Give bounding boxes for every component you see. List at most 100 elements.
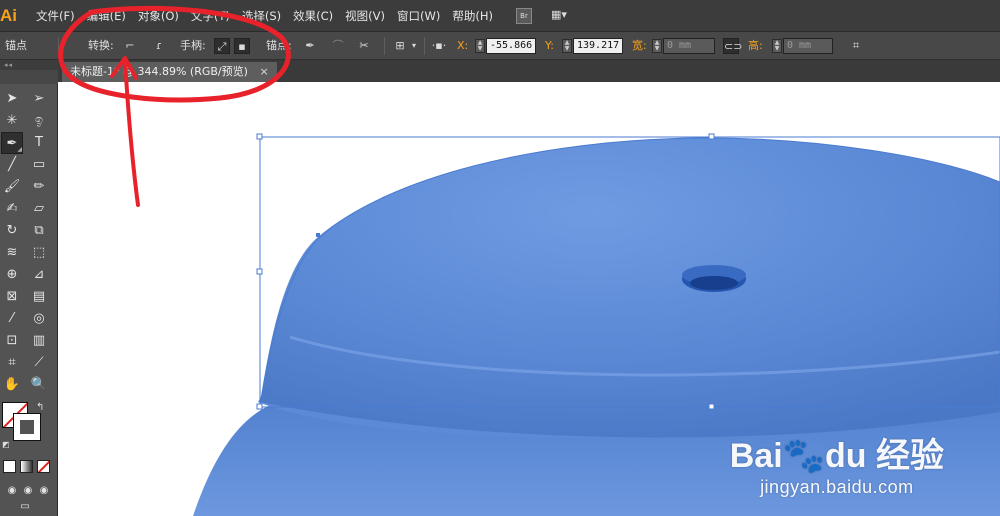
cut-path-icon[interactable]: ✂	[356, 38, 372, 54]
link-proportions-icon[interactable]: ⊂⊃	[723, 38, 742, 54]
height-field[interactable]: 0 mm	[783, 38, 833, 54]
lasso-tool[interactable]: ඉ	[28, 110, 50, 132]
type-tool[interactable]: T	[28, 132, 50, 154]
bridge-button[interactable]: Br	[516, 8, 532, 24]
screen-mode-icon[interactable]: ▭	[14, 496, 36, 516]
menu-items: 文件(F) 编辑(E) 对象(O) 文字(T) 选择(S) 效果(C) 视图(V…	[30, 0, 499, 32]
bbox-handle[interactable]	[256, 403, 263, 410]
perspective-grid-tool[interactable]: ⊿	[28, 264, 50, 286]
menu-view[interactable]: 视图(V)	[339, 0, 391, 32]
scale-tool[interactable]: ⧉	[28, 220, 50, 242]
eraser-tool[interactable]: ▱	[28, 198, 50, 220]
paintbrush-tool[interactable]: 🖌	[1, 176, 23, 198]
mesh-tool[interactable]: ⊠	[1, 286, 23, 308]
tools-panel: ◂◂ ➤ ➢ ✳ ඉ ✒ ◢ T ╱ ▭ 🖌 ✏ ✍ ▱ ↻ ⧉ ≋ ⬚ ⊕ ⊿ …	[0, 60, 58, 516]
convert-to-smooth-icon[interactable]: ɾ	[151, 38, 167, 54]
menu-type[interactable]: 文字(T)	[185, 0, 236, 32]
pencil-tool[interactable]: ✏	[28, 176, 50, 198]
menu-help[interactable]: 帮助(H)	[446, 0, 499, 32]
rectangle-icon: ▭	[32, 157, 46, 172]
baidu-brand-text: Bai	[729, 437, 783, 475]
menu-window[interactable]: 窗口(W)	[391, 0, 446, 32]
color-mode-button[interactable]	[3, 460, 16, 473]
perspective-grid-icon: ⊿	[33, 267, 45, 282]
rotate-tool[interactable]: ↻	[1, 220, 23, 242]
blend-tool[interactable]: ◎	[28, 308, 50, 330]
zoom-tool[interactable]: 🔍	[28, 374, 50, 396]
y-stepper[interactable]: ▲ ▼	[562, 39, 572, 53]
column-graph-tool[interactable]: ▥	[28, 330, 50, 352]
blob-brush-icon: ✍	[6, 201, 18, 216]
line-segment-tool[interactable]: ╱	[1, 154, 23, 176]
baidu-brand: Bai🐾du 经验	[730, 436, 944, 476]
gradient-mode-button[interactable]	[20, 460, 33, 473]
control-separator	[384, 37, 385, 55]
x-field[interactable]: -55.866	[486, 38, 536, 54]
remove-anchor-icon[interactable]: ✒	[302, 38, 318, 54]
baidu-url: jingyan.baidu.com	[760, 477, 914, 497]
width-tool[interactable]: ≋	[1, 242, 23, 264]
close-tab-icon[interactable]: ×	[259, 65, 268, 78]
document-tab[interactable]: 未标题-1* @ 344.89% (RGB/预览) ×	[62, 62, 277, 82]
anchor-label: 锚点	[5, 39, 27, 52]
direct-selection-tool[interactable]: ➢	[28, 88, 50, 110]
swap-fill-stroke-icon[interactable]: ↰	[36, 402, 48, 414]
anchor-point[interactable]	[316, 233, 320, 237]
bbox-handle[interactable]	[708, 133, 715, 140]
reference-point-icon[interactable]: ·▪·	[431, 38, 447, 54]
default-fill-stroke-icon[interactable]: ◩	[2, 440, 12, 450]
menu-object[interactable]: 对象(O)	[132, 0, 185, 32]
panel-grip[interactable]: ◂◂	[0, 60, 58, 70]
shape-builder-tool[interactable]: ⊕	[1, 264, 23, 286]
symbol-sprayer-tool[interactable]: ⊡	[1, 330, 23, 352]
hide-handles-icon[interactable]: ▪	[234, 38, 250, 54]
menu-edit[interactable]: 编辑(E)	[81, 0, 132, 32]
rotate-icon: ↻	[6, 223, 18, 238]
arrow-white-icon: ➢	[33, 91, 45, 106]
y-field[interactable]: 139.217	[573, 38, 623, 54]
document-title: 未标题-1*	[70, 65, 120, 78]
hand-tool[interactable]: ✋	[1, 374, 23, 396]
pencil-icon: ✏	[33, 179, 45, 194]
tools-panel-header[interactable]	[0, 70, 58, 84]
artboard-tool[interactable]: ⌗	[1, 352, 23, 374]
pen-tool[interactable]: ✒ ◢	[1, 132, 23, 154]
connect-anchors-icon[interactable]: ⌒	[330, 38, 346, 54]
stroke-swatch[interactable]	[13, 413, 41, 441]
rectangle-tool[interactable]: ▭	[28, 154, 50, 176]
blob-brush-tool[interactable]: ✍	[1, 198, 23, 220]
scale-icon: ⧉	[34, 223, 44, 238]
draw-inside-icon[interactable]: ◉	[33, 480, 55, 502]
free-transform-tool[interactable]: ⬚	[28, 242, 50, 264]
isolate-group-icon[interactable]: ⌗	[848, 38, 864, 54]
document-zoom: 344.89%	[137, 65, 187, 78]
magic-wand-tool[interactable]: ✳	[1, 110, 23, 132]
baidu-brand-cn: 经验	[876, 437, 944, 475]
dropdown-arrow-icon[interactable]: ▾	[406, 38, 422, 54]
gradient-tool[interactable]: ▤	[28, 286, 50, 308]
convert-label: 转换:	[88, 39, 114, 52]
width-stepper[interactable]: ▲ ▼	[652, 39, 662, 53]
bbox-handle[interactable]	[708, 403, 715, 410]
menu-select[interactable]: 选择(S)	[236, 0, 287, 32]
paw-icon: 🐾	[782, 437, 825, 475]
none-mode-button[interactable]	[37, 460, 50, 473]
menu-file[interactable]: 文件(F)	[30, 0, 81, 32]
width-field[interactable]: 0 mm	[663, 38, 715, 54]
show-handles-icon[interactable]: ⤢	[214, 38, 230, 54]
control-bar: 锚点 转换: ⌐ ɾ 手柄: ⤢ ▪ 锚点: ✒ ⌒ ✂ ⊞ ▾ ·▪· X: …	[0, 32, 1000, 60]
blend-icon: ◎	[33, 311, 45, 326]
x-stepper[interactable]: ▲ ▼	[475, 39, 485, 53]
selection-tool[interactable]: ➤	[1, 88, 23, 110]
convert-to-corner-icon[interactable]: ⌐	[122, 38, 138, 54]
bbox-handle[interactable]	[256, 133, 263, 140]
artboard-canvas[interactable]: Bai🐾du 经验 jingyan.baidu.com	[58, 82, 1000, 516]
bbox-handle[interactable]	[256, 268, 263, 275]
gradient-icon: ▤	[32, 289, 46, 304]
eyedropper-tool[interactable]: ⁄	[1, 308, 23, 330]
arrange-documents-button[interactable]: ▦▾	[551, 8, 577, 24]
slice-tool[interactable]: ⟋	[28, 352, 50, 374]
menu-effect[interactable]: 效果(C)	[287, 0, 339, 32]
bucket-hole-inner	[690, 276, 738, 290]
height-stepper[interactable]: ▲ ▼	[772, 39, 782, 53]
